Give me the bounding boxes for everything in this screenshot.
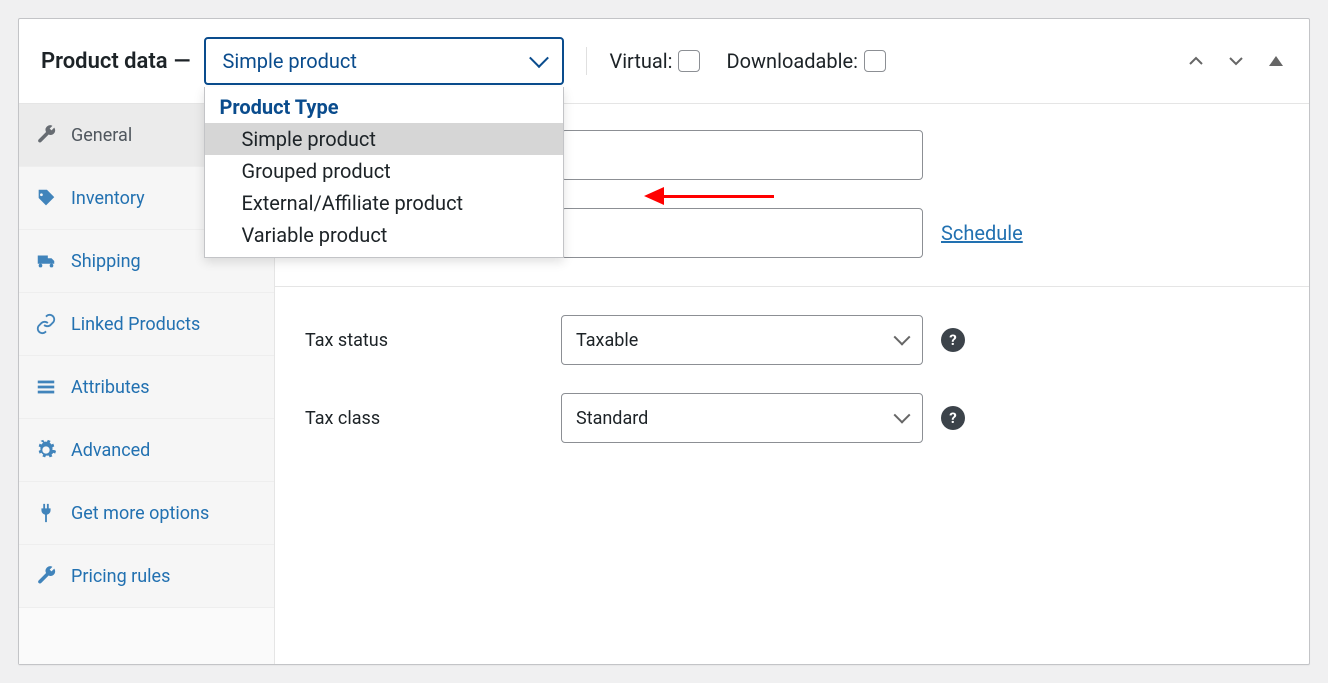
chevron-down-icon bbox=[894, 329, 911, 346]
tag-icon bbox=[35, 187, 57, 209]
tab-attributes[interactable]: Attributes bbox=[19, 356, 274, 419]
panel-move-down-button[interactable] bbox=[1225, 50, 1247, 72]
product-type-selected-value: Simple product bbox=[222, 49, 356, 73]
virtual-checkbox[interactable] bbox=[678, 50, 700, 72]
tab-inventory-label: Inventory bbox=[71, 188, 145, 209]
product-type-select[interactable]: Simple product bbox=[204, 37, 564, 85]
dropdown-item-variable[interactable]: Variable product bbox=[205, 219, 563, 251]
list-icon bbox=[35, 376, 57, 398]
regular-price-input[interactable] bbox=[561, 130, 923, 180]
virtual-label-text: Virtual: bbox=[609, 49, 672, 73]
tab-pricing-label: Pricing rules bbox=[71, 566, 170, 587]
panel-title-text: Product data bbox=[41, 49, 168, 74]
annotation-arrow bbox=[644, 187, 774, 205]
tax-status-select[interactable]: Taxable bbox=[561, 315, 923, 365]
tax-class-row: Tax class Standard ? bbox=[275, 379, 1309, 457]
arrow-left-icon bbox=[644, 187, 664, 205]
help-icon[interactable]: ? bbox=[941, 328, 965, 352]
dropdown-group-label: Product Type bbox=[205, 87, 563, 123]
panel-move-up-button[interactable] bbox=[1185, 50, 1207, 72]
downloadable-checkbox[interactable] bbox=[864, 50, 886, 72]
tab-linked-label: Linked Products bbox=[71, 314, 200, 335]
vertical-separator bbox=[586, 47, 587, 75]
wrench-icon bbox=[35, 124, 57, 146]
tab-pricing-rules[interactable]: Pricing rules bbox=[19, 545, 274, 608]
product-data-panel: Product data — Simple product Product Ty… bbox=[18, 18, 1310, 665]
title-dash: — bbox=[174, 49, 191, 74]
downloadable-checkbox-label[interactable]: Downloadable: bbox=[726, 49, 885, 73]
gear-icon bbox=[35, 439, 57, 461]
panel-header: Product data — Simple product Product Ty… bbox=[19, 19, 1309, 104]
plug-icon bbox=[35, 502, 57, 524]
schedule-link[interactable]: Schedule bbox=[941, 221, 1023, 245]
tab-general-label: General bbox=[71, 125, 132, 146]
divider bbox=[275, 286, 1309, 287]
product-type-options: Virtual: Downloadable: bbox=[609, 49, 886, 73]
help-icon[interactable]: ? bbox=[941, 406, 965, 430]
tab-advanced-label: Advanced bbox=[71, 440, 150, 461]
tax-status-row: Tax status Taxable ? bbox=[275, 301, 1309, 379]
tax-status-label: Tax status bbox=[305, 330, 561, 351]
tab-shipping-label: Shipping bbox=[71, 251, 141, 272]
tab-getmore-label: Get more options bbox=[71, 503, 209, 524]
sale-price-input[interactable] bbox=[561, 208, 923, 258]
product-type-dropdown: Product Type Simple product Grouped prod… bbox=[204, 87, 564, 258]
virtual-checkbox-label[interactable]: Virtual: bbox=[609, 49, 700, 73]
panel-header-actions bbox=[1185, 50, 1287, 72]
dropdown-item-simple[interactable]: Simple product bbox=[205, 123, 563, 155]
tab-get-more-options[interactable]: Get more options bbox=[19, 482, 274, 545]
tab-linked-products[interactable]: Linked Products bbox=[19, 293, 274, 356]
chevron-down-icon bbox=[894, 407, 911, 424]
tab-advanced[interactable]: Advanced bbox=[19, 419, 274, 482]
tax-class-label: Tax class bbox=[305, 408, 561, 429]
wrench-icon bbox=[35, 565, 57, 587]
arrow-line bbox=[664, 195, 774, 198]
tax-class-select[interactable]: Standard bbox=[561, 393, 923, 443]
tab-attributes-label: Attributes bbox=[71, 377, 150, 398]
panel-title: Product data — bbox=[41, 49, 190, 74]
dropdown-item-external[interactable]: External/Affiliate product bbox=[205, 187, 563, 219]
link-icon bbox=[35, 313, 57, 335]
dropdown-item-grouped[interactable]: Grouped product bbox=[205, 155, 563, 187]
tax-status-value: Taxable bbox=[576, 330, 638, 351]
chevron-down-icon bbox=[530, 48, 550, 68]
panel-collapse-toggle[interactable] bbox=[1265, 50, 1287, 72]
tax-class-value: Standard bbox=[576, 408, 648, 429]
product-type-select-wrap: Simple product Product Type Simple produ… bbox=[204, 37, 564, 85]
downloadable-label-text: Downloadable: bbox=[726, 49, 857, 73]
truck-icon bbox=[35, 250, 57, 272]
